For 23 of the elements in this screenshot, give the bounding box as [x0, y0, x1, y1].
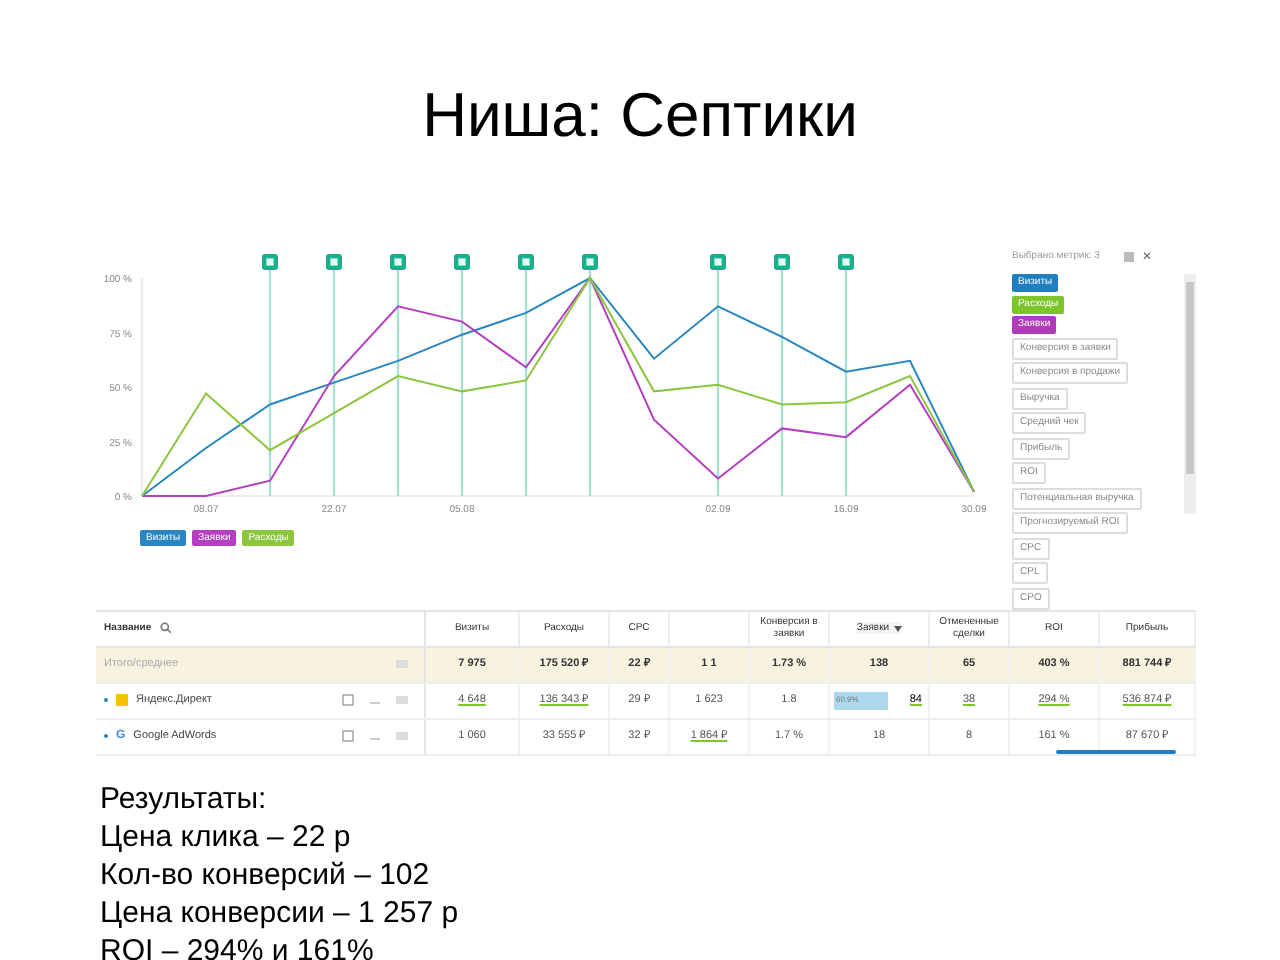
slide-title: Ниша: Септики [420, 78, 860, 154]
grid-icon[interactable] [1123, 252, 1134, 262]
event-marker[interactable] [518, 254, 534, 496]
result-line: Цена конверсии – 1 257 р [100, 893, 461, 931]
event-marker[interactable] [774, 254, 790, 496]
checkbox[interactable] [342, 730, 354, 742]
event-marker[interactable] [838, 254, 854, 496]
scrollbar[interactable] [1184, 274, 1196, 514]
sort-icon[interactable] [893, 625, 902, 631]
search-icon[interactable] [159, 622, 172, 634]
result-line: Кол-во конверсий – 102 [100, 855, 432, 893]
horizontal-scrollbar[interactable] [1056, 749, 1176, 753]
event-marker[interactable] [262, 254, 278, 496]
result-line: ROI – 294% и 161% [100, 931, 376, 960]
result-line: Цена клика – 22 р [100, 817, 353, 855]
result-line: Результаты: [100, 779, 269, 817]
event-marker[interactable] [454, 254, 470, 496]
event-marker[interactable] [710, 254, 726, 496]
checkbox[interactable] [342, 694, 354, 706]
event-marker[interactable] [582, 254, 598, 496]
event-marker[interactable] [390, 254, 406, 496]
event-marker[interactable] [326, 254, 342, 496]
flag-icon [116, 694, 128, 706]
